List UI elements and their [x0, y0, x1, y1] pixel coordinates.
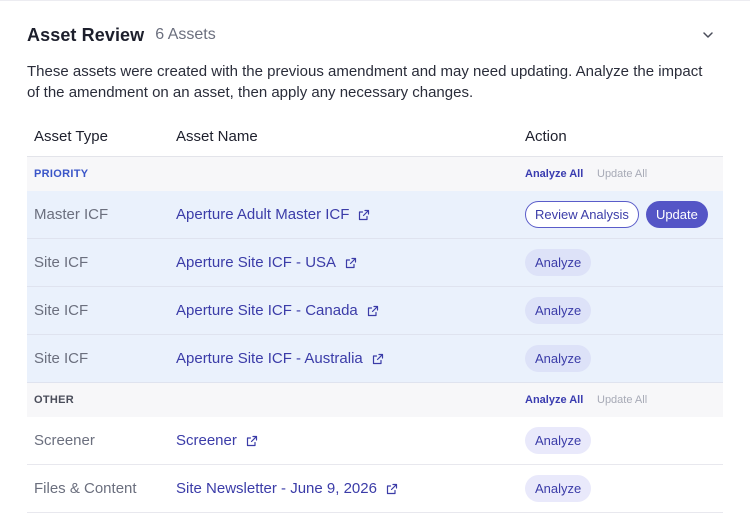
asset-table: Asset Type Asset Name Action PRIORITY An… [27, 117, 723, 513]
external-link-icon [367, 305, 378, 316]
analyze-button[interactable]: Analyze [525, 249, 592, 276]
asset-type: Screener [34, 432, 95, 449]
asset-name-link[interactable]: Aperture Site ICF - Australia [176, 350, 384, 367]
group-label-other: OTHER [34, 394, 74, 406]
row-actions: Analyze [525, 297, 592, 324]
column-asset-type: Asset Type [34, 128, 108, 145]
external-link-icon [246, 435, 257, 446]
asset-name: Aperture Site ICF - USA [176, 254, 337, 271]
row-actions: Analyze [525, 249, 592, 276]
column-action: Action [525, 128, 567, 145]
asset-name-link[interactable]: Aperture Adult Master ICF [176, 206, 370, 223]
asset-name: Aperture Site ICF - Canada [176, 302, 358, 319]
asset-type: Site ICF [34, 350, 89, 367]
analyze-button[interactable]: Analyze [525, 297, 592, 324]
table-row: Site ICF Aperture Site ICF - USA Analyze [27, 239, 723, 287]
table-row: Site ICF Aperture Site ICF - Canada Anal… [27, 287, 723, 335]
group-priority: PRIORITY Analyze All Update All [27, 157, 723, 191]
table-header: Asset Type Asset Name Action [27, 117, 723, 157]
table-row: Files & Content Site Newsletter - June 9… [27, 465, 723, 513]
review-analysis-button[interactable]: Review Analysis [525, 201, 639, 228]
asset-name-link[interactable]: Aperture Site ICF - Canada [176, 302, 379, 319]
asset-name-link[interactable]: Site Newsletter - June 9, 2026 [176, 480, 398, 497]
external-link-icon [359, 209, 370, 220]
table-row: Site ICF Aperture Site ICF - Australia A… [27, 335, 723, 383]
asset-type: Site ICF [34, 302, 89, 319]
analyze-button[interactable]: Analyze [525, 345, 592, 372]
asset-type: Files & Content [34, 480, 137, 497]
asset-name-link[interactable]: Screener [176, 432, 258, 449]
group-other: OTHER Analyze All Update All [27, 383, 723, 417]
description: These assets were created with the previ… [27, 63, 703, 101]
group-label-priority: PRIORITY [34, 168, 89, 180]
asset-count: 6 Assets [155, 26, 216, 43]
asset-review-card: Asset Review 6 Assets These assets were … [0, 0, 750, 531]
card-title: Asset Review [27, 24, 145, 45]
table-row: Master ICF Aperture Adult Master ICF Rev… [27, 191, 723, 239]
asset-name-link[interactable]: Aperture Site ICF - USA [176, 254, 357, 271]
row-actions: Analyze [525, 345, 592, 372]
update-all-other-button: Update All [597, 394, 648, 406]
row-actions: Analyze [525, 475, 592, 502]
asset-type: Master ICF [34, 206, 109, 223]
row-actions: Analyze [525, 427, 592, 454]
card-header: Asset Review 6 Assets [27, 23, 723, 47]
asset-name: Screener [176, 432, 237, 449]
chevron-down-icon[interactable] [701, 28, 715, 42]
table-row: Screener Screener Analyze [27, 417, 723, 465]
analyze-button[interactable]: Analyze [525, 427, 592, 454]
external-link-icon [345, 257, 357, 268]
update-button[interactable]: Update [645, 201, 708, 228]
analyze-all-other-button[interactable]: Analyze All [525, 394, 583, 406]
asset-name: Aperture Adult Master ICF [176, 206, 350, 223]
external-link-icon [386, 483, 398, 494]
asset-type: Site ICF [34, 254, 89, 271]
update-all-priority-button: Update All [597, 168, 648, 180]
analyze-button[interactable]: Analyze [525, 475, 592, 502]
analyze-all-priority-button[interactable]: Analyze All [525, 168, 583, 180]
row-actions: Review Analysis Update [525, 201, 708, 228]
asset-name: Site Newsletter - June 9, 2026 [176, 480, 377, 497]
column-asset-name: Asset Name [176, 128, 258, 145]
external-link-icon [372, 353, 383, 364]
asset-name: Aperture Site ICF - Australia [176, 350, 363, 367]
